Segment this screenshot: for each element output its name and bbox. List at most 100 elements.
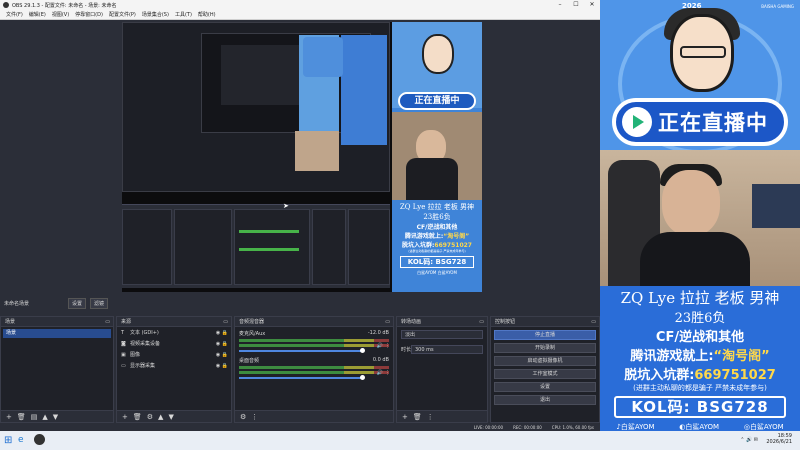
scene-filters-button[interactable]: 滤镜 bbox=[90, 297, 109, 309]
dock-float-icon[interactable]: ▭ bbox=[385, 317, 390, 327]
volume-slider[interactable] bbox=[239, 375, 365, 380]
program-preview[interactable]: 正在直播中 ZQ Lye 拉拉 老板 男神 23胜6负 CF/逆战和其他 腾讯游… bbox=[122, 22, 482, 292]
menu-docks[interactable]: 停靠窗口(D) bbox=[75, 11, 103, 18]
dock-float-icon[interactable]: ▭ bbox=[479, 317, 484, 327]
source-item[interactable]: ▭ 显示器采集 ◉ 🔒 bbox=[117, 360, 231, 371]
scenes-dock-title: 场景 bbox=[5, 319, 16, 325]
status-bar: LIVE: 00:00:00 REC: 00:00:00 CPU: 1.0%, … bbox=[0, 423, 600, 431]
volume-meter bbox=[239, 339, 389, 342]
mouse-cursor-icon: ➤ bbox=[283, 202, 289, 210]
mixer-channel-desktop: 桌面音频 0.0 dB 🔊 ⋮ bbox=[235, 354, 393, 381]
add-transition-button[interactable]: + bbox=[402, 413, 408, 421]
source-item[interactable]: ▣ 图像 ◉ 🔒 bbox=[117, 349, 231, 360]
channel-name: 麦克风/Aux bbox=[239, 331, 266, 337]
menu-scene-collection[interactable]: 场景集合(S) bbox=[142, 11, 169, 18]
transition-menu-icon[interactable]: ⋮ bbox=[427, 413, 434, 421]
system-tray-icons[interactable]: ⌃ 🔊 ✉ bbox=[740, 437, 758, 443]
stream-info: ZQ Lye 拉拉 老板 男神 23胜6负 CF/逆战和其他 腾讯游戏就上:“淘… bbox=[600, 286, 800, 431]
exit-button[interactable]: 退出 bbox=[494, 395, 596, 405]
rec-timer: REC: 00:00:00 bbox=[513, 424, 542, 430]
menu-profile[interactable]: 配置文件(P) bbox=[109, 11, 136, 18]
source-item[interactable]: ◙ 视频采集设备 ◉ 🔒 bbox=[117, 338, 231, 349]
settings-button[interactable]: 设置 bbox=[494, 382, 596, 392]
remove-transition-button[interactable]: 🗑 bbox=[413, 413, 422, 421]
dock-float-icon[interactable]: ▭ bbox=[591, 317, 596, 327]
move-up-icon[interactable]: ▲ bbox=[158, 413, 163, 421]
move-down-icon[interactable]: ▼ bbox=[168, 413, 173, 421]
minimize-button[interactable]: – bbox=[552, 0, 568, 10]
wall-sign bbox=[752, 184, 800, 228]
remove-source-button[interactable]: 🗑 bbox=[133, 413, 142, 421]
windows-start-icon[interactable]: ⊞ bbox=[4, 435, 12, 446]
clock-date: 2026/6/21 bbox=[766, 439, 792, 445]
scene-item[interactable]: 场景 bbox=[3, 329, 111, 338]
windows-taskbar: ⊞ e ⌃ 🔊 ✉ 18:59 2026/6/21 bbox=[0, 431, 800, 450]
remove-scene-button[interactable]: 🗑 bbox=[17, 413, 26, 421]
visibility-eye-icon[interactable]: ◉ 🔒 bbox=[216, 352, 228, 358]
search-prefix: 腾讯游戏就上: bbox=[630, 349, 714, 364]
source-settings-icon[interactable]: ⚙ bbox=[147, 413, 153, 421]
gear-icon[interactable]: ⋮ bbox=[385, 370, 390, 376]
cartoon-avatar-icon bbox=[422, 34, 454, 74]
stream-overlay-small: 正在直播中 ZQ Lye 拉拉 老板 男神 23胜6负 CF/逆战和其他 腾讯游… bbox=[392, 22, 482, 292]
footer-handle-small-2: 白鲨AYOM bbox=[437, 270, 457, 275]
kol-code: KOL码: BSG728 bbox=[614, 396, 786, 418]
add-source-button[interactable]: + bbox=[122, 413, 128, 421]
start-recording-button[interactable]: 开始录制 bbox=[494, 343, 596, 353]
dock-float-icon[interactable]: ▭ bbox=[105, 317, 110, 327]
text-icon: T bbox=[121, 329, 125, 336]
transition-select[interactable]: 淡出 bbox=[401, 330, 483, 339]
move-down-icon[interactable]: ▼ bbox=[53, 413, 58, 421]
mixer-menu-icon[interactable]: ⋮ bbox=[251, 413, 258, 421]
system-clock[interactable]: 18:59 2026/6/21 bbox=[766, 433, 792, 445]
source-item[interactable]: T 文本 (GDI+) ◉ 🔒 bbox=[117, 327, 231, 338]
search-highlight-small: “淘号阁” bbox=[443, 233, 470, 240]
games-small: CF/逆战和其他 bbox=[416, 224, 458, 231]
title-bar: OBS 29.1.3 - 配置文件: 未命名 - 场景: 未命名 – ☐ ✕ bbox=[0, 0, 600, 10]
browser-icon[interactable]: e bbox=[18, 435, 24, 445]
cpu-fps: CPU: 1.0%, 60.00 fps bbox=[551, 424, 594, 430]
speaker-icon[interactable]: 🔊 bbox=[377, 370, 383, 376]
channel-db: -12.0 dB bbox=[367, 330, 389, 336]
volume-slider[interactable] bbox=[239, 348, 365, 353]
add-scene-button[interactable]: + bbox=[6, 413, 12, 421]
menu-file[interactable]: 文件(F) bbox=[6, 11, 23, 18]
start-virtual-camera-button[interactable]: 启动虚拟摄像机 bbox=[494, 356, 596, 366]
warning-note: (进群主动私聊的都是骗子 严禁未成年参与) bbox=[633, 384, 767, 392]
close-button[interactable]: ✕ bbox=[584, 0, 600, 10]
streamer-record: 23胜6负 bbox=[674, 311, 726, 326]
menu-help[interactable]: 帮助(H) bbox=[198, 11, 216, 18]
scene-settings-button[interactable]: 设置 bbox=[68, 297, 87, 309]
live-text: 正在直播中 bbox=[658, 111, 768, 135]
maximize-button[interactable]: ☐ bbox=[568, 0, 584, 10]
menu-edit[interactable]: 编辑(E) bbox=[29, 11, 46, 18]
stop-streaming-button[interactable]: 停止直播 bbox=[494, 330, 596, 340]
duration-input[interactable]: 300 ms bbox=[411, 345, 483, 354]
gear-icon[interactable]: ⋮ bbox=[385, 343, 390, 349]
dock-float-icon[interactable]: ▭ bbox=[223, 317, 228, 327]
studio-mode-button[interactable]: 工作室模式 bbox=[494, 369, 596, 379]
scenes-dock: 场景 ▭ 场景 + 🗑 ▤ ▲ ▼ bbox=[0, 316, 114, 423]
scene-filter-icon[interactable]: ▤ bbox=[31, 413, 38, 421]
audio-mixer-dock: 音频混音器 ▭ 麦克风/Aux -12.0 dB 🔊 ⋮ 桌面音频 0.0 dB … bbox=[234, 316, 394, 423]
group-prefix-small: 脱坑入坑群: bbox=[402, 242, 435, 249]
visibility-eye-icon[interactable]: ◉ 🔒 bbox=[216, 341, 228, 347]
group-number: 669751027 bbox=[694, 368, 776, 383]
webcam-small bbox=[392, 112, 482, 200]
obs-taskbar-icon[interactable] bbox=[34, 434, 45, 445]
menu-bar: 文件(F) 编辑(E) 视图(V) 停靠窗口(D) 配置文件(P) 场景集合(S… bbox=[0, 10, 600, 20]
image-icon: ▣ bbox=[121, 351, 126, 358]
games-line: CF/逆战和其他 bbox=[655, 330, 745, 345]
play-icon bbox=[622, 107, 652, 137]
menu-tools[interactable]: 工具(T) bbox=[175, 11, 192, 18]
search-prefix-small: 腾讯游戏就上: bbox=[404, 233, 444, 240]
channel-name: 桌面音频 bbox=[239, 358, 260, 364]
visibility-eye-icon[interactable]: ◉ 🔒 bbox=[216, 330, 228, 336]
group-number-small: 669751027 bbox=[434, 242, 472, 249]
menu-view[interactable]: 视图(V) bbox=[52, 11, 69, 18]
visibility-eye-icon[interactable]: ◉ 🔒 bbox=[216, 363, 228, 369]
speaker-icon[interactable]: 🔊 bbox=[377, 343, 383, 349]
move-up-icon[interactable]: ▲ bbox=[42, 413, 47, 421]
kol-code-small: KOL码: BSG728 bbox=[400, 256, 474, 268]
mixer-settings-icon[interactable]: ⚙ bbox=[240, 413, 246, 421]
